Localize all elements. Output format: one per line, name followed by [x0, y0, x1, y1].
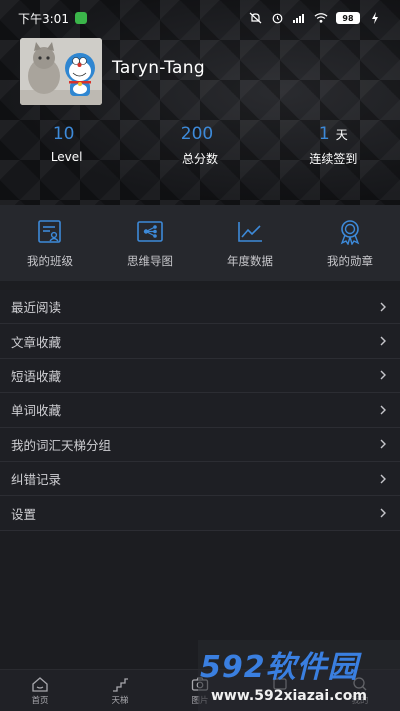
chevron-right-icon — [380, 336, 386, 346]
menu-item-label: 单词收藏 — [11, 403, 62, 419]
profile-header: 下午3:01 98 Taryn-Tang 10 Level 200 总分数 1 … — [0, 0, 400, 205]
menu-item-label: 最近阅读 — [11, 300, 62, 316]
menu-item-vocab-ladder-groups[interactable]: 我的词汇天梯分组 — [0, 427, 400, 462]
menu-item-article-favorites[interactable]: 文章收藏 — [0, 324, 400, 359]
action-annual-data[interactable]: 年度数据 — [200, 205, 300, 281]
username: Taryn-Tang — [112, 58, 205, 78]
stat-value: 200 — [180, 124, 214, 144]
action-label: 思维导图 — [127, 254, 173, 268]
stats-row: 10 Level 200 总分数 1天 连续签到 — [0, 124, 400, 167]
wechat-notification-icon — [74, 12, 87, 24]
stat-level: 10 Level — [0, 124, 133, 167]
stat-total-score: 200 总分数 — [133, 124, 266, 167]
mute-bell-icon — [248, 12, 262, 24]
tab-ladder[interactable]: 天梯 — [80, 670, 160, 711]
wifi-icon — [314, 12, 328, 24]
action-label: 年度数据 — [227, 254, 273, 268]
stat-unit: 天 — [335, 128, 348, 142]
stat-label: Level — [50, 150, 83, 164]
menu-item-label: 文章收藏 — [11, 334, 62, 350]
menu-item-label: 短语收藏 — [11, 368, 62, 384]
battery-icon: 98 — [336, 12, 360, 24]
action-label: 我的班级 — [27, 254, 73, 268]
menu-item-label: 我的词汇天梯分组 — [11, 437, 112, 453]
menu-item-phrase-favorites[interactable]: 短语收藏 — [0, 358, 400, 394]
chevron-right-icon — [380, 474, 386, 484]
stat-value: 10 — [52, 124, 75, 144]
tab-label: 天梯 — [111, 696, 129, 706]
watermark-url: www.592xiazai.com — [211, 688, 367, 704]
action-my-medals[interactable]: 我的勋章 — [300, 205, 400, 281]
chevron-right-icon — [380, 508, 386, 518]
stat-label: 总分数 — [181, 152, 218, 166]
action-label: 我的勋章 — [327, 254, 373, 268]
status-bar: 下午3:01 98 — [0, 0, 400, 36]
stat-label: 连续签到 — [309, 152, 358, 166]
menu-item-label: 设置 — [11, 506, 37, 522]
home-icon — [32, 677, 48, 692]
chevron-right-icon — [380, 370, 386, 380]
class-icon — [38, 220, 61, 243]
chevron-right-icon — [380, 439, 386, 449]
watermark-brand: 592软件园 — [200, 650, 359, 685]
stat-value: 1 — [318, 124, 330, 144]
chevron-right-icon — [380, 302, 386, 312]
chart-icon — [238, 222, 262, 242]
menu-list: 最近阅读 文章收藏 短语收藏 单词收藏 我的词汇天梯分组 纠错记录 设置 — [0, 290, 400, 531]
menu-item-word-favorites[interactable]: 单词收藏 — [0, 393, 400, 428]
alarm-icon — [270, 12, 284, 24]
chevron-right-icon — [380, 405, 386, 415]
signal-icon — [292, 12, 306, 24]
menu-item-correction-records[interactable]: 纠错记录 — [0, 461, 400, 497]
charging-icon — [368, 12, 382, 24]
status-time: 下午3:01 — [18, 11, 69, 26]
menu-item-label: 纠错记录 — [11, 472, 62, 488]
avatar[interactable] — [20, 38, 102, 105]
medal-icon — [340, 220, 360, 245]
action-my-class[interactable]: 我的班级 — [0, 205, 100, 281]
stat-checkin-streak: 1天 连续签到 — [267, 124, 400, 167]
menu-item-settings[interactable]: 设置 — [0, 496, 400, 531]
action-mind-map[interactable]: 思维导图 — [100, 205, 200, 281]
ladder-icon — [113, 678, 128, 692]
menu-item-recent-reading[interactable]: 最近阅读 — [0, 290, 400, 325]
mindmap-icon — [137, 221, 163, 242]
tab-label: 首页 — [31, 696, 49, 706]
tab-home[interactable]: 首页 — [0, 670, 80, 711]
quick-actions: 我的班级 思维导图 年度数据 我的勋章 — [0, 205, 400, 281]
